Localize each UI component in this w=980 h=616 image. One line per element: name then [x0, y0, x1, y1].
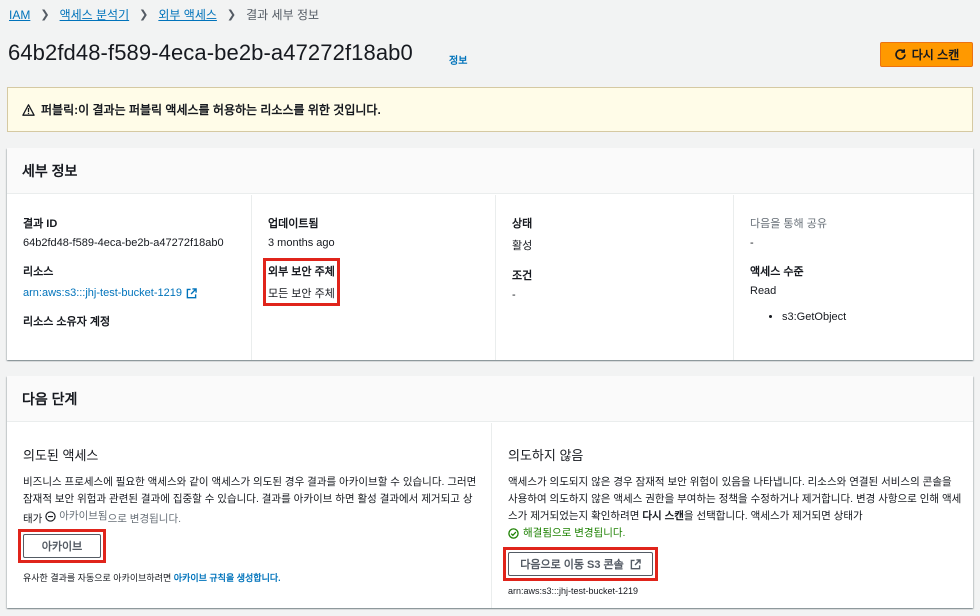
archived-status-text: 아카이브됨 [59, 510, 108, 522]
breadcrumb: IAM ❯ 액세스 분석기 ❯ 외부 액세스 ❯ 결과 세부 정보 [9, 6, 319, 23]
finding-id-label: 결과 ID [23, 218, 58, 230]
archive-button-highlight: 아카이브 [18, 529, 106, 563]
chevron-right-icon: ❯ [226, 9, 237, 21]
external-principal-label: 외부 보안 주체 [268, 266, 335, 278]
unintended-description: 액세스가 의도되지 않은 경우 잠재적 보안 위험이 있음을 나타냅니다. 리소… [508, 474, 963, 545]
external-link-icon [186, 287, 197, 299]
intended-access-section: 의도된 액세스 비즈니스 프로세스에 필요한 액세스와 같이 액세스가 의도된 … [7, 423, 491, 608]
updated-value: 3 months ago [268, 237, 335, 249]
shared-via-value: - [750, 237, 754, 249]
archive-rule-note-text: 유사한 결과를 자동으로 아카이브하려면 [23, 573, 174, 583]
chevron-right-icon: ❯ [139, 9, 149, 21]
rescan-button[interactable]: 다시 스캔 [880, 42, 973, 67]
details-col-2: 업데이트됨 3 months ago 외부 보안 주체 모든 보안 주체 [251, 195, 495, 360]
external-link-icon [630, 558, 641, 570]
external-principal-highlight: 외부 보안 주체 모든 보안 주체 [263, 258, 340, 306]
breadcrumb-iam[interactable]: IAM [9, 8, 30, 22]
archive-button[interactable]: 아카이브 [23, 534, 101, 558]
access-level-label: 액세스 수준 [750, 266, 804, 278]
info-link[interactable]: 정보 [449, 52, 467, 67]
warning-icon [22, 103, 35, 116]
check-circle-icon [508, 528, 519, 539]
updated-label: 업데이트됨 [268, 218, 319, 230]
condition-label: 조건 [512, 270, 533, 282]
condition-value: - [512, 289, 516, 301]
action-list: s3:GetObject [750, 311, 973, 323]
shared-via-label: 다음을 통해 공유 [750, 218, 827, 230]
unintended-access-section: 의도하지 않음 액세스가 의도되지 않은 경우 잠재적 보안 위험이 있음을 나… [491, 423, 973, 608]
resolved-status-text: 해결됨으로 변경됩니다. [523, 527, 626, 539]
details-col-1: 결과 ID 64b2fd48-f589-4eca-be2b-a47272f18a… [7, 195, 251, 360]
next-steps-header: 다음 단계 [7, 376, 973, 422]
access-level-value: Read [750, 285, 777, 297]
go-to-s3-console-button[interactable]: 다음으로 이동 S3 콘솔 [508, 552, 653, 576]
resource-label: 리소스 [23, 266, 54, 278]
refresh-icon [894, 48, 907, 61]
resource-arn-note: arn:aws:s3:::jhj-test-bucket-1219 [508, 586, 639, 596]
status-value: 활성 [512, 240, 533, 252]
intended-title: 의도된 액세스 [23, 448, 99, 463]
breadcrumb-external-access[interactable]: 외부 액세스 [158, 6, 217, 23]
chevron-right-icon: ❯ [40, 9, 50, 21]
archived-status: 아카이브됨 [45, 508, 108, 525]
console-button-highlight: 다음으로 이동 S3 콘솔 [503, 547, 658, 581]
resource-value: arn:aws:s3:::jhj-test-bucket-1219 [23, 287, 182, 299]
status-label: 상태 [512, 218, 533, 230]
breadcrumb-finding-details: 결과 세부 정보 [246, 8, 320, 22]
next-steps-panel: 다음 단계 의도된 액세스 비즈니스 프로세스에 필요한 액세스와 같이 액세스… [7, 376, 973, 608]
finding-id-value: 64b2fd48-f589-4eca-be2b-a47272f18ab0 [23, 237, 224, 249]
unintended-desc-part2: 을 선택합니다. 액세스가 제거되면 상태가 [683, 510, 863, 522]
resolved-status: 해결됨으로 변경됩니다. [508, 525, 625, 542]
unintended-title: 의도하지 않음 [508, 448, 584, 463]
intended-description: 비즈니스 프로세스에 필요한 액세스와 같이 액세스가 의도된 경우 결과를 아… [23, 474, 481, 528]
details-col-4: 다음을 통해 공유 - 액세스 수준 Read s3:GetObject [733, 195, 973, 360]
warning-text: 이 결과는 퍼블릭 액세스를 허용하는 리소스를 위한 것입니다. [78, 103, 381, 117]
create-archive-rule-link[interactable]: 아카이브 규칙을 생성합니다. [174, 573, 281, 583]
details-col-3: 상태 활성 조건 - [495, 195, 733, 360]
warning-prefix: 퍼블릭: [41, 103, 79, 117]
intended-desc-suffix: 으로 변경됩니다. [107, 513, 182, 525]
archive-rule-note: 유사한 결과를 자동으로 아카이브하려면 아카이브 규칙을 생성합니다. [23, 571, 481, 584]
public-warning-banner: 퍼블릭: 이 결과는 퍼블릭 액세스를 허용하는 리소스를 위한 것입니다. [7, 87, 973, 132]
console-button-label: 다음으로 이동 S3 콘솔 [520, 559, 624, 571]
resource-link[interactable]: arn:aws:s3:::jhj-test-bucket-1219 [23, 287, 197, 299]
breadcrumb-access-analyzer[interactable]: 액세스 분석기 [60, 6, 130, 23]
details-panel: 세부 정보 결과 ID 64b2fd48-f589-4eca-be2b-a472… [7, 148, 973, 360]
unintended-desc-bold: 다시 스캔 [642, 510, 684, 522]
rescan-button-label: 다시 스캔 [911, 48, 960, 62]
details-header: 세부 정보 [7, 148, 973, 194]
external-principal-value: 모든 보안 주체 [268, 288, 335, 300]
minus-circle-icon [45, 511, 56, 522]
page-title: 64b2fd48-f589-4eca-be2b-a47272f18ab0 [8, 40, 413, 65]
action-item: s3:GetObject [782, 311, 973, 323]
resource-owner-label: 리소스 소유자 계정 [23, 316, 111, 328]
